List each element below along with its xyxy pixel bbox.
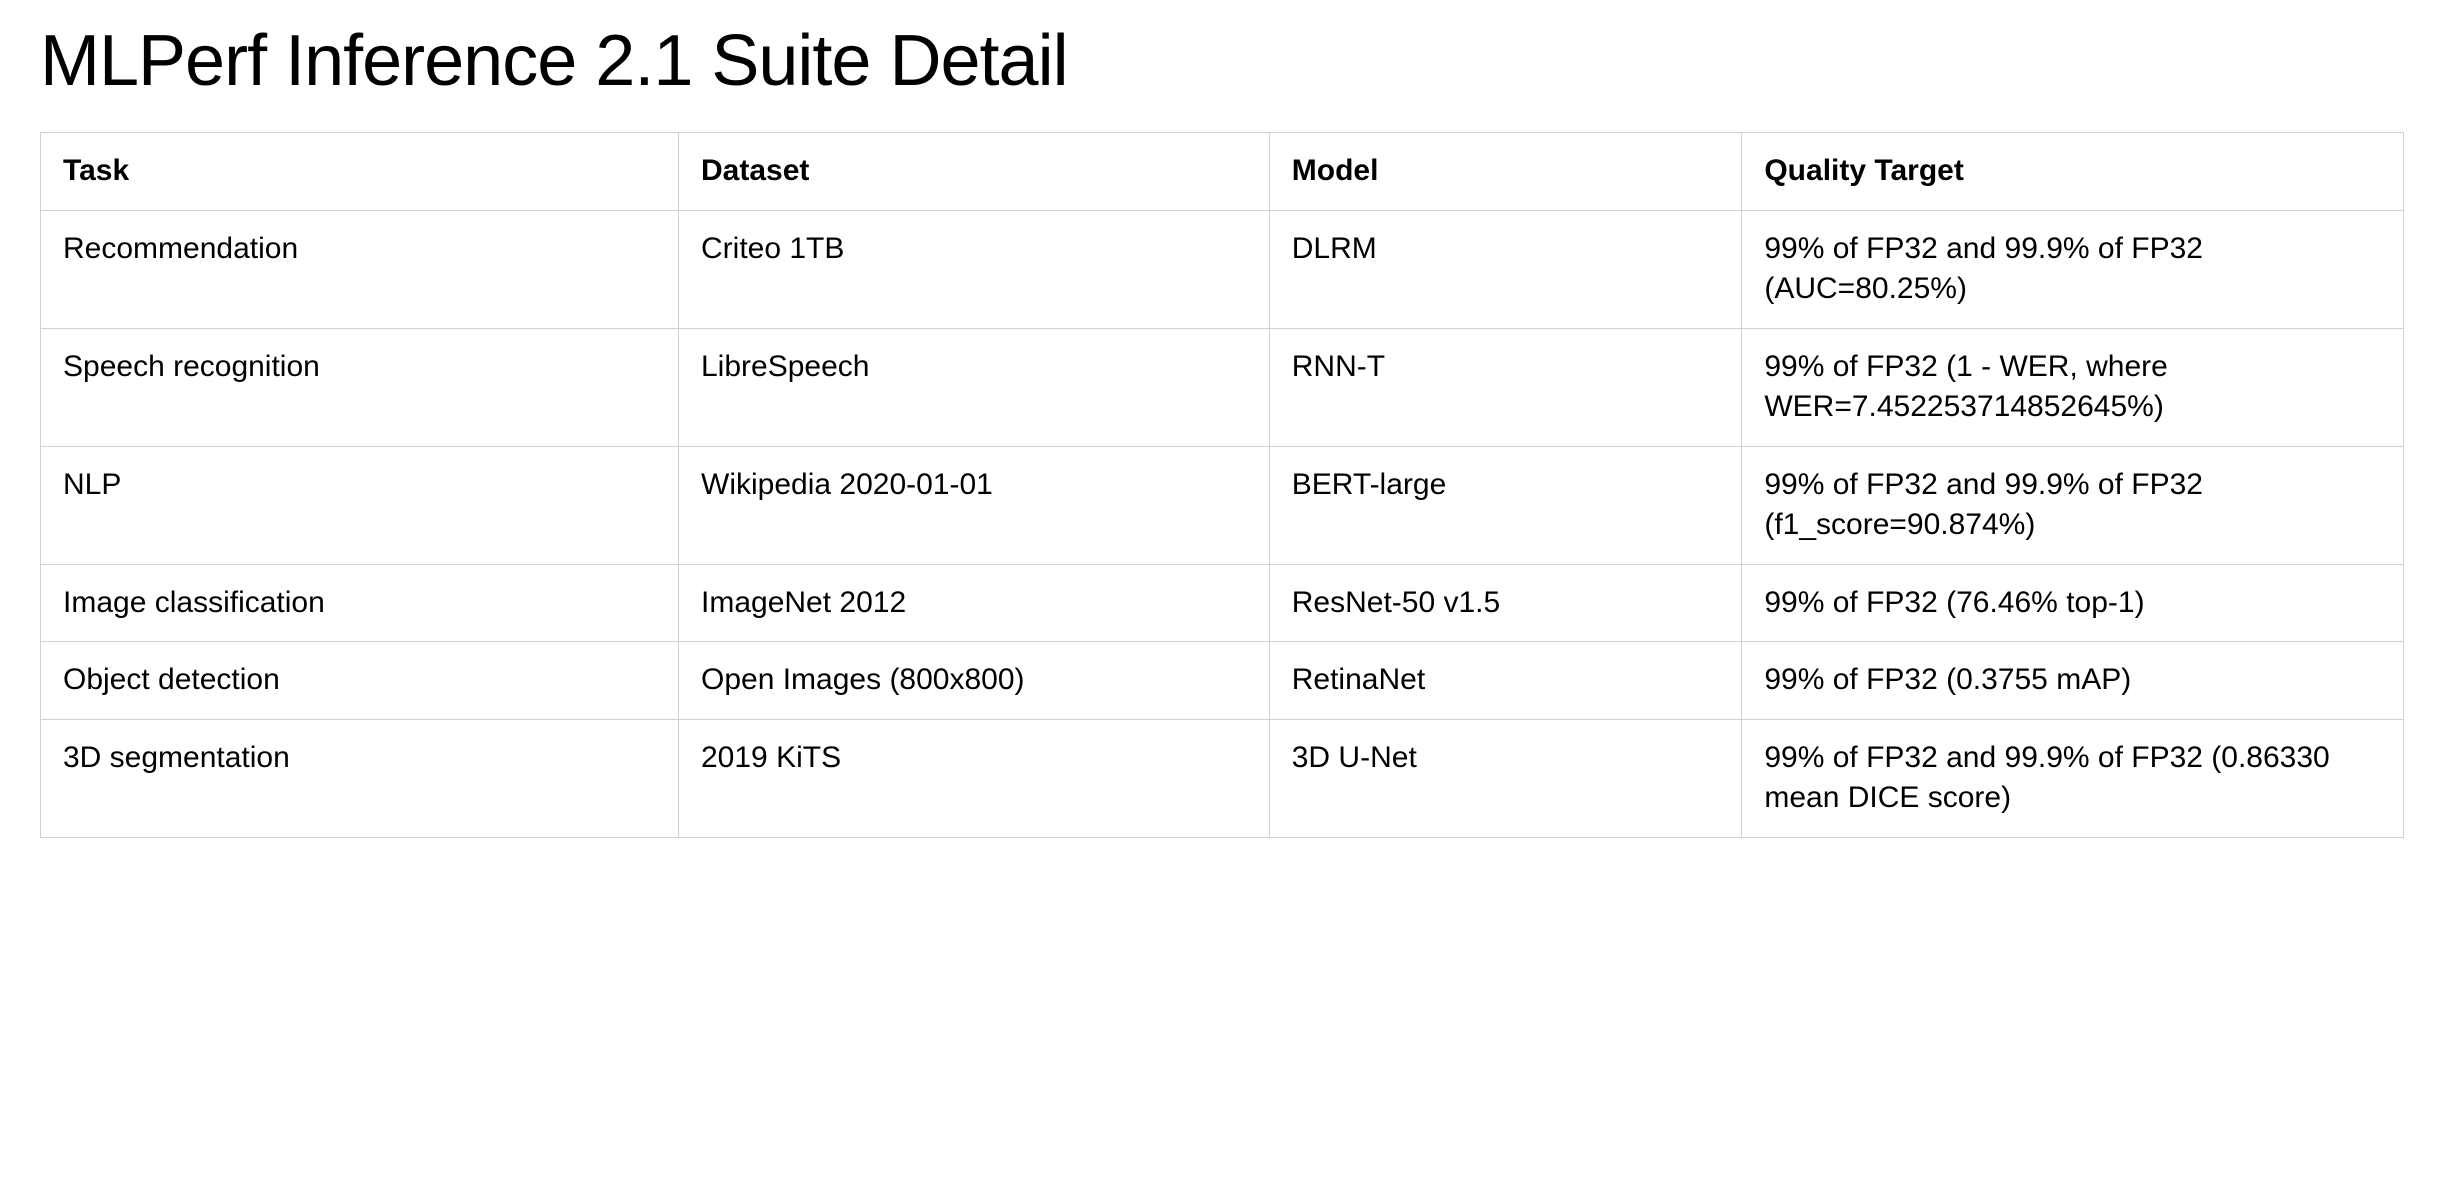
cell-quality: 99% of FP32 (76.46% top-1) (1742, 564, 2404, 642)
cell-task: 3D segmentation (41, 719, 679, 837)
header-task: Task (41, 133, 679, 211)
cell-task: Recommendation (41, 210, 679, 328)
cell-dataset: LibreSpeech (679, 328, 1270, 446)
cell-model: RetinaNet (1269, 642, 1742, 720)
table-row: NLP Wikipedia 2020-01-01 BERT-large 99% … (41, 446, 2404, 564)
cell-model: BERT-large (1269, 446, 1742, 564)
header-quality: Quality Target (1742, 133, 2404, 211)
cell-task: NLP (41, 446, 679, 564)
cell-model: ResNet-50 v1.5 (1269, 564, 1742, 642)
suite-table: Task Dataset Model Quality Target Recomm… (40, 132, 2404, 838)
cell-quality: 99% of FP32 (1 - WER, where WER=7.452253… (1742, 328, 2404, 446)
header-dataset: Dataset (679, 133, 1270, 211)
cell-quality: 99% of FP32 and 99.9% of FP32 (AUC=80.25… (1742, 210, 2404, 328)
cell-dataset: ImageNet 2012 (679, 564, 1270, 642)
cell-task: Image classification (41, 564, 679, 642)
table-header-row: Task Dataset Model Quality Target (41, 133, 2404, 211)
cell-model: 3D U-Net (1269, 719, 1742, 837)
table-row: Speech recognition LibreSpeech RNN-T 99%… (41, 328, 2404, 446)
cell-dataset: Open Images (800x800) (679, 642, 1270, 720)
cell-task: Object detection (41, 642, 679, 720)
page-title: MLPerf Inference 2.1 Suite Detail (40, 20, 2404, 102)
cell-quality: 99% of FP32 and 99.9% of FP32 (f1_score=… (1742, 446, 2404, 564)
table-row: Recommendation Criteo 1TB DLRM 99% of FP… (41, 210, 2404, 328)
cell-model: RNN-T (1269, 328, 1742, 446)
cell-model: DLRM (1269, 210, 1742, 328)
cell-quality: 99% of FP32 (0.3755 mAP) (1742, 642, 2404, 720)
cell-task: Speech recognition (41, 328, 679, 446)
cell-dataset: Criteo 1TB (679, 210, 1270, 328)
cell-dataset: 2019 KiTS (679, 719, 1270, 837)
cell-quality: 99% of FP32 and 99.9% of FP32 (0.86330 m… (1742, 719, 2404, 837)
table-row: 3D segmentation 2019 KiTS 3D U-Net 99% o… (41, 719, 2404, 837)
table-row: Object detection Open Images (800x800) R… (41, 642, 2404, 720)
header-model: Model (1269, 133, 1742, 211)
table-row: Image classification ImageNet 2012 ResNe… (41, 564, 2404, 642)
cell-dataset: Wikipedia 2020-01-01 (679, 446, 1270, 564)
